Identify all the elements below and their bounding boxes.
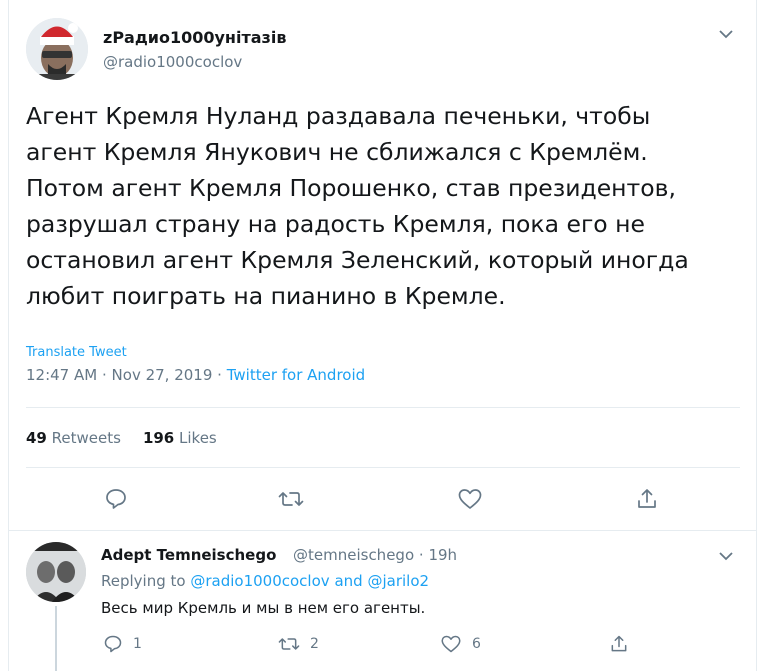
tweet-text: Агент Кремля Нуланд раздавала печеньки, … (26, 98, 741, 314)
divider (26, 467, 740, 468)
engagement-stats: 49 Retweets 196 Likes (26, 429, 217, 447)
and-word[interactable]: and (334, 572, 362, 590)
thread-connector-line (55, 606, 57, 671)
meta-separator: · (418, 546, 424, 564)
author-handle[interactable]: @radio1000coclov (103, 53, 242, 71)
retweet-button[interactable] (278, 486, 304, 512)
reply-author-handle[interactable]: @temneischego (293, 546, 414, 564)
meta-separator: · (101, 366, 107, 384)
share-icon (638, 489, 656, 508)
replying-to-label: Replying to (101, 572, 186, 590)
tweet-text-line: разрушал страну на радость Кремля, пока … (26, 210, 645, 238)
chevron-down-icon[interactable] (719, 549, 733, 563)
meta-separator: · (217, 366, 222, 384)
mention-link-2[interactable]: @jarilo2 (367, 572, 429, 590)
chevron-down-icon[interactable] (719, 27, 733, 41)
author-avatar-image (26, 18, 88, 80)
reply-like-count: 6 (472, 636, 481, 652)
heart-icon (458, 489, 482, 509)
reply-author-avatar[interactable] (26, 542, 86, 602)
retweets-label: Retweets (51, 429, 121, 447)
replying-to: Replying to @radio1000coclov and @jarilo… (101, 572, 429, 590)
heart-icon (441, 635, 461, 653)
likes-label: Likes (179, 429, 217, 447)
like-button[interactable] (457, 486, 483, 512)
reply-share-button[interactable] (609, 634, 639, 654)
share-icon (611, 635, 627, 652)
reply-time[interactable]: 19h (428, 546, 457, 564)
reply-icon (106, 489, 126, 509)
reply-button[interactable] (103, 486, 129, 512)
reply-like-button[interactable]: 6 (440, 634, 481, 654)
retweets-stat[interactable]: 49 Retweets (26, 429, 121, 447)
tweet-text-line: любит поиграть на пианино в Кремле. (26, 282, 506, 310)
mention-link-1[interactable]: @radio1000coclov (190, 572, 329, 590)
divider (26, 407, 740, 408)
frame-right-border (756, 0, 757, 671)
reply-retweet-button[interactable]: 2 (278, 634, 319, 654)
tweet-source-link[interactable]: Twitter for Android (227, 366, 365, 384)
tweet-text-line: Агент Кремля Нуланд раздавала печеньки, … (26, 102, 651, 130)
reply-meta: @temneischego · 19h (293, 546, 457, 564)
reply-reply-count: 1 (133, 636, 142, 652)
reply-avatar-image (26, 542, 86, 602)
translate-tweet-link[interactable]: Translate Tweet (26, 345, 127, 360)
author-display-name[interactable]: zРадио1000унітазів (103, 28, 286, 47)
reply-retweet-count: 2 (310, 636, 319, 652)
tweet-separator (9, 530, 756, 531)
tweet-time[interactable]: 12:47 AM (26, 366, 97, 384)
author-avatar[interactable] (26, 18, 88, 80)
likes-count: 196 (142, 429, 175, 447)
reply-text: Весь мир Кремль и мы в нем его агенты. (101, 599, 426, 617)
tweet-text-line: Потом агент Кремля Порошенко, став прези… (26, 174, 676, 202)
reply-icon (104, 635, 122, 653)
tweet-text-line: остановил агент Кремля Зеленский, которы… (26, 246, 689, 274)
retweet-icon (278, 638, 300, 650)
tweet-metadata: 12:47 AM · Nov 27, 2019 · Twitter for An… (26, 366, 365, 384)
share-button[interactable] (634, 486, 660, 512)
reply-author-name[interactable]: Adept Temneischego (101, 546, 276, 564)
tweet-date[interactable]: Nov 27, 2019 (112, 366, 213, 384)
likes-stat[interactable]: 196 Likes (143, 429, 217, 447)
retweet-icon (278, 492, 304, 506)
tweet-text-line: агент Кремля Янукович не сближался с Кре… (26, 138, 648, 166)
reply-reply-button[interactable]: 1 (103, 634, 142, 654)
frame-left-border (8, 0, 9, 671)
retweets-count: 49 (26, 429, 47, 447)
